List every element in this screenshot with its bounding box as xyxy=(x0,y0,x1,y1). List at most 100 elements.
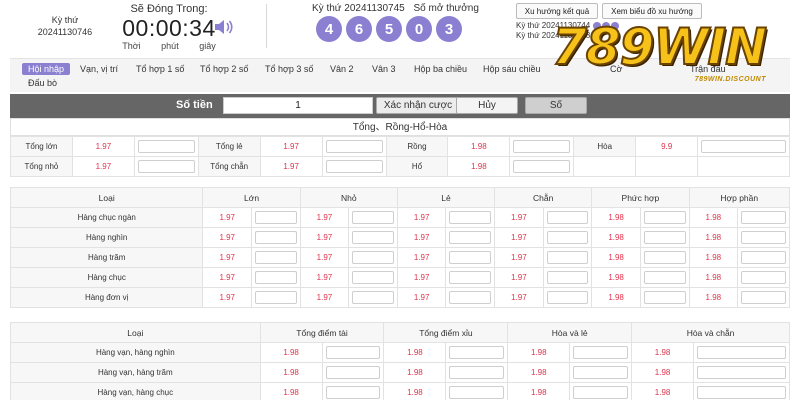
odds-value: 1.97 xyxy=(299,227,350,248)
bet-input[interactable] xyxy=(445,287,496,308)
bet-input[interactable] xyxy=(445,342,509,363)
bet-input[interactable] xyxy=(737,227,790,248)
odds-value: 1.97 xyxy=(299,247,350,268)
odds-value: 1.98 xyxy=(631,362,695,383)
table-row: Hàng đơn vị 1.97 1.97 1.97 1.97 1.98 1.98 xyxy=(9,287,790,308)
number-button[interactable]: Số xyxy=(525,97,587,114)
tab-to-hop-2[interactable]: Tổ hợp 2 số xyxy=(200,63,248,75)
bet-input[interactable] xyxy=(445,247,496,268)
bet-input[interactable] xyxy=(445,207,496,228)
table-header-row: Loại Tổng điểm tài Tổng điểm xỉu Hòa và … xyxy=(10,322,790,343)
bet-input[interactable] xyxy=(133,136,199,157)
draw-result-label: Số mở thưởng xyxy=(413,3,479,14)
bet-input[interactable] xyxy=(693,382,790,400)
bet-label: Hòa xyxy=(573,136,637,157)
bet-input[interactable] xyxy=(737,287,790,308)
bet-input[interactable] xyxy=(251,287,301,308)
amount-input[interactable]: 1 xyxy=(223,97,373,114)
odds-value: 1.98 xyxy=(383,362,447,383)
bet-input[interactable] xyxy=(348,207,398,228)
bet-input[interactable] xyxy=(697,136,790,157)
bet-input[interactable] xyxy=(639,227,690,248)
tab-hoi-nhap[interactable]: Hội nhập xyxy=(22,63,71,75)
column-header: Loại xyxy=(9,187,204,208)
odds-value: 1.97 xyxy=(396,247,447,268)
bet-input[interactable] xyxy=(639,267,690,288)
odds-value: 1.97 xyxy=(71,156,135,177)
odds-value: 1.97 xyxy=(299,207,350,228)
bet-input[interactable] xyxy=(737,267,790,288)
tab-dau-bo[interactable]: Đấu bò xyxy=(28,77,57,89)
bet-input[interactable] xyxy=(251,207,301,228)
bet-input[interactable] xyxy=(445,382,509,400)
bet-input[interactable] xyxy=(639,207,690,228)
bet-input[interactable] xyxy=(509,136,575,157)
bet-input[interactable] xyxy=(542,287,593,308)
speaker-icon[interactable] xyxy=(213,17,235,37)
odds-value: 1.97 xyxy=(396,207,447,228)
bet-input[interactable] xyxy=(639,247,690,268)
bet-input[interactable] xyxy=(569,342,633,363)
bet-input[interactable] xyxy=(542,247,593,268)
bet-input[interactable] xyxy=(569,382,633,400)
odds-value: 1.98 xyxy=(507,362,571,383)
odds-value: 1.98 xyxy=(591,207,641,228)
bet-input[interactable] xyxy=(542,227,593,248)
bet-input[interactable] xyxy=(542,267,593,288)
logo-subtext: 789WIN.DISCOUNT xyxy=(694,76,766,83)
bet-input[interactable] xyxy=(569,362,633,383)
bet-input[interactable] xyxy=(348,267,398,288)
tab-hop-ba-chieu[interactable]: Hộp ba chiều xyxy=(414,63,467,75)
combos-table: Loại Tổng điểm tài Tổng điểm xỉu Hòa và … xyxy=(10,322,790,400)
bet-input[interactable] xyxy=(251,247,301,268)
tab-to-hop-1[interactable]: Tổ hợp 1 số xyxy=(136,63,184,75)
bet-input[interactable] xyxy=(251,267,301,288)
positions-body: Hàng chục ngàn 1.97 1.97 1.97 1.97 1.98 1.98 Hà… xyxy=(9,207,790,308)
table-row: Tổng nhỏ 1.97 Tổng chẵn 1.97 Hổ 1.98 xyxy=(10,156,790,177)
odds-value: 1.97 xyxy=(494,267,544,288)
draw-period: Kỳ thứ 20241130745 xyxy=(312,3,405,14)
bet-input[interactable] xyxy=(542,207,593,228)
current-period: Kỳ thứ 20241130746 xyxy=(28,14,102,38)
bet-input[interactable] xyxy=(509,156,575,177)
bet-input[interactable] xyxy=(445,362,509,383)
odds-value: 1.97 xyxy=(202,287,253,308)
column-header: Tổng điểm xỉu xyxy=(383,322,509,343)
bet-input[interactable] xyxy=(321,362,385,383)
unit-hour: Thời xyxy=(122,41,141,51)
brand-logo: 789WIN 789WIN.DISCOUNT xyxy=(551,21,774,92)
bet-input[interactable] xyxy=(348,227,398,248)
bet-input[interactable] xyxy=(321,342,385,363)
bet-input[interactable] xyxy=(348,247,398,268)
tab-van-2[interactable]: Vân 2 xyxy=(330,63,354,75)
bet-input[interactable] xyxy=(693,362,790,383)
bet-input[interactable] xyxy=(321,136,387,157)
bet-input[interactable] xyxy=(445,227,496,248)
tab-hop-sau-chieu[interactable]: Hộp sáu chiều xyxy=(483,63,541,75)
section-title: Tổng、Rồng-Hổ-Hòa xyxy=(10,118,790,136)
trend-result-button[interactable]: Xu hướng kết quả xyxy=(516,3,598,19)
row-label: Hàng chục ngàn xyxy=(9,207,204,228)
trend-chart-button[interactable]: Xem biểu đồ xu hướng xyxy=(602,3,702,19)
tab-van-vi-tri[interactable]: Vạn, vị trí xyxy=(80,63,118,75)
bet-input[interactable] xyxy=(251,227,301,248)
row-label: Hàng vạn, hàng chục xyxy=(10,382,261,400)
bet-input[interactable] xyxy=(639,287,690,308)
bet-input[interactable] xyxy=(321,156,387,177)
column-header: Tổng điểm tài xyxy=(259,322,385,343)
bet-input[interactable] xyxy=(348,287,398,308)
bet-input[interactable] xyxy=(321,382,385,400)
odds-value: 1.98 xyxy=(259,362,323,383)
bet-input[interactable] xyxy=(445,267,496,288)
bet-input[interactable] xyxy=(737,247,790,268)
confirm-bet-button[interactable]: Xác nhận cược xyxy=(376,97,460,114)
odds-value: 1.97 xyxy=(494,227,544,248)
cancel-button[interactable]: Hủy xyxy=(456,97,518,114)
bet-input[interactable] xyxy=(133,156,199,177)
bet-input[interactable] xyxy=(693,342,790,363)
odds-value: 1.97 xyxy=(299,287,350,308)
empty-cell xyxy=(573,156,637,177)
tab-to-hop-3[interactable]: Tổ hợp 3 số xyxy=(265,63,313,75)
tab-van-3[interactable]: Vân 3 xyxy=(372,63,396,75)
bet-input[interactable] xyxy=(737,207,790,228)
